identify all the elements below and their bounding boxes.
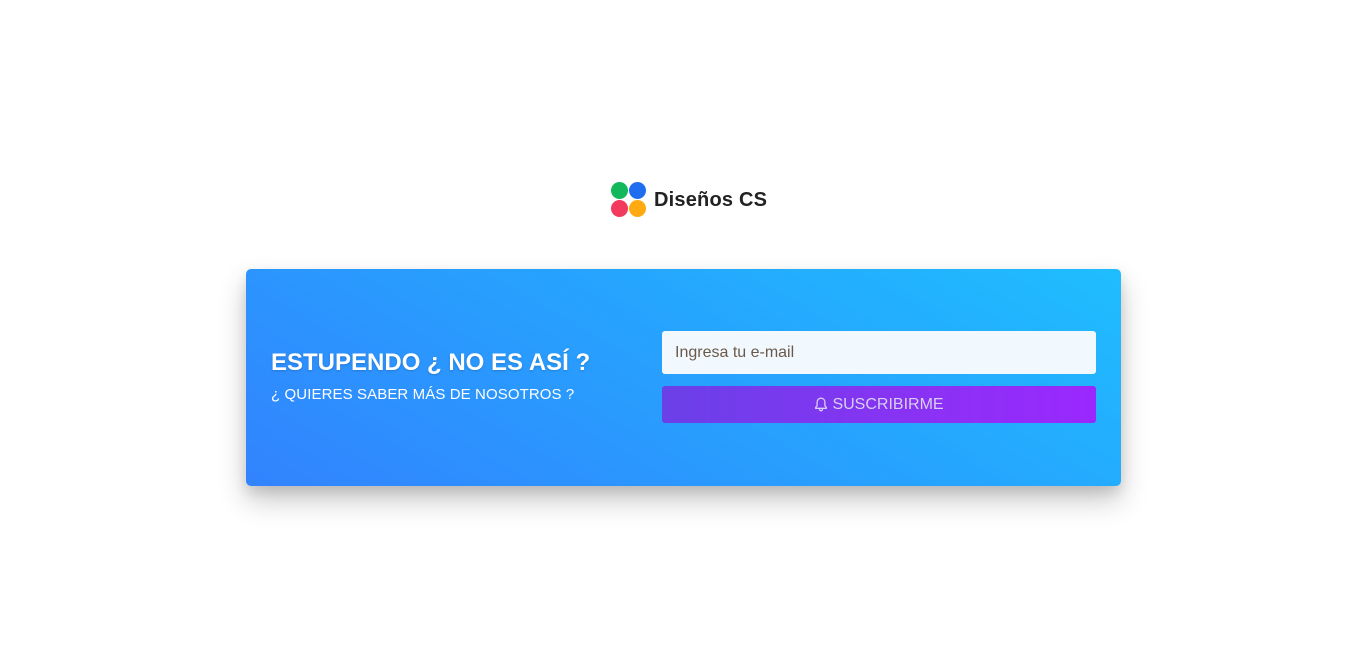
promo-subline: ¿ QUIERES SABER MÁS DE NOSOTROS ?	[271, 386, 575, 403]
logo-dot-orange	[629, 200, 646, 217]
brand: Diseños CS	[611, 182, 767, 218]
logo-icon	[611, 182, 647, 218]
subscribe-button-label: SUSCRIBIRME	[832, 395, 944, 413]
promo-headline: ESTUPENDO ¿ NO ES ASÍ ?	[271, 349, 591, 376]
brand-name: Diseños CS	[654, 188, 768, 211]
logo-dot-green	[611, 182, 628, 199]
logo-dot-red	[611, 200, 628, 217]
bell-icon	[814, 397, 828, 412]
logo-dot-blue	[629, 182, 646, 199]
email-input[interactable]	[662, 331, 1096, 374]
subscribe-card: ESTUPENDO ¿ NO ES ASÍ ? ¿ QUIERES SABER …	[246, 269, 1121, 486]
subscribe-button[interactable]: SUSCRIBIRME	[662, 386, 1096, 423]
